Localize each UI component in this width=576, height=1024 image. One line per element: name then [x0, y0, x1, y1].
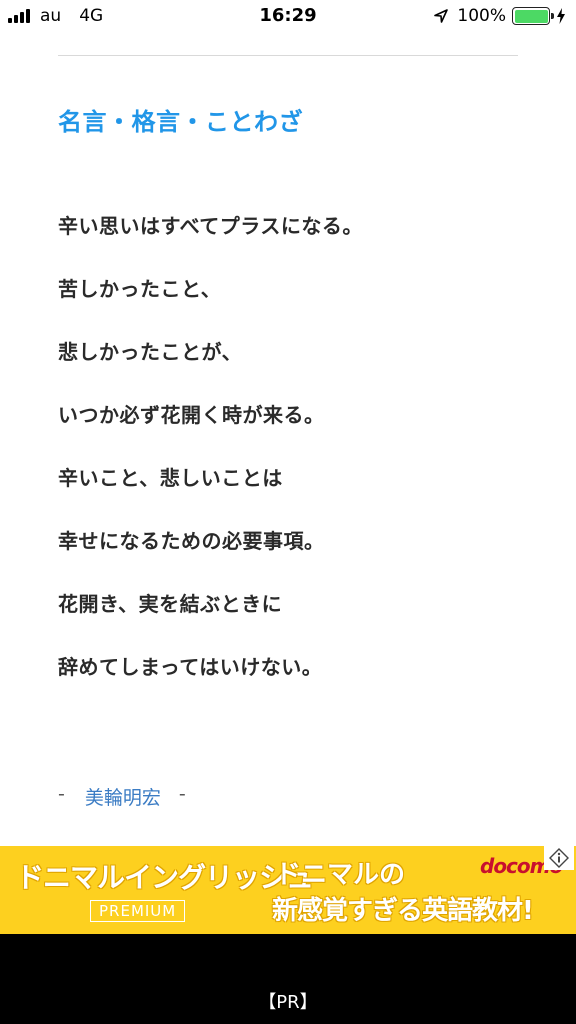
status-bar: au 4G 16:29 100%: [0, 0, 576, 34]
ad-headline-2: 新感覚すぎる英語教材!: [272, 896, 534, 926]
quote-line: 悲しかったことが、: [58, 340, 243, 364]
ad-premium-badge: PREMIUM: [90, 900, 186, 922]
quote-line: 花開き、実を結ぶときに: [58, 592, 283, 616]
battery-icon: [512, 7, 554, 25]
attribution-suffix: -: [178, 783, 186, 805]
location-icon: [434, 9, 449, 23]
quote-body: 辛い思いはすべてプラスになる。 苦しかったこと、 悲しかったことが、 いつか必ず…: [58, 210, 538, 714]
adchoices-info-icon[interactable]: [544, 846, 574, 870]
attribution: - 美輪明宏 -: [58, 783, 186, 810]
category-link[interactable]: 名言・格言・ことわざ: [58, 102, 303, 137]
pr-bar: 【PR】: [0, 934, 576, 1024]
pr-label: 【PR】: [258, 992, 318, 1013]
battery-percent: 100%: [457, 6, 506, 26]
status-right: 100%: [433, 5, 566, 27]
info-icon: [549, 848, 569, 868]
attribution-prefix: -: [58, 783, 65, 805]
quote-line: 辛いこと、悲しいことは: [58, 466, 283, 490]
quote-line: 幸せになるための必要事項。: [58, 529, 325, 553]
quote-line: 辞めてしまってはいけない。: [58, 655, 323, 679]
quote-line: いつか必ず花開く時が来る。: [58, 403, 325, 427]
charging-bolt-icon: [557, 8, 565, 24]
quote-line: 辛い思いはすべてプラスになる。: [58, 214, 363, 238]
ad-banner[interactable]: ドニマルイングリッシュ PREMIUM ドニマルの 新感覚すぎる英語教材! do…: [0, 846, 576, 934]
ad-headline-1: ドニマルの: [275, 860, 406, 890]
section-divider: [58, 55, 518, 56]
ad-brand-name: ドニマルイングリッシュ: [16, 861, 314, 894]
quote-line: 苦しかったこと、: [58, 277, 222, 301]
author-link[interactable]: 美輪明宏: [85, 783, 161, 810]
